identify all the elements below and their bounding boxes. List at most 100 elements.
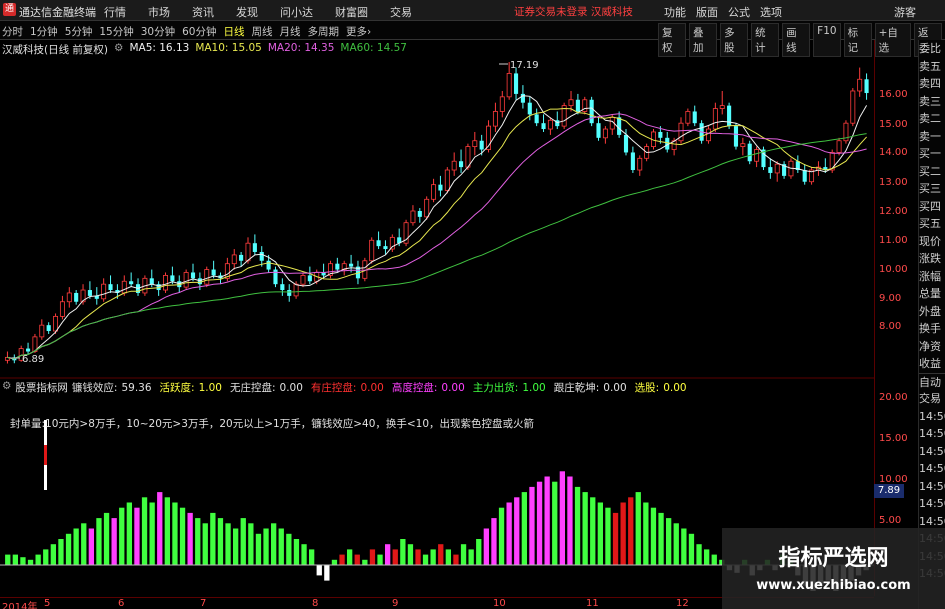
indicator-bar — [415, 549, 421, 565]
candle — [135, 278, 141, 296]
candle — [410, 205, 416, 226]
candle — [287, 284, 292, 302]
indicator-bar — [195, 518, 201, 565]
candle — [706, 126, 711, 144]
indicator-name[interactable]: 股票指标网 — [15, 380, 68, 395]
ind-label-activity: 活跃度: 1.00 — [159, 382, 222, 394]
side-item[interactable]: 换手 — [919, 320, 945, 338]
date-tick: 8 — [312, 598, 319, 609]
side-item[interactable]: 卖五 — [919, 58, 945, 76]
indicator-bar — [111, 518, 117, 565]
indicator-bar — [536, 481, 543, 565]
indicator-bar — [126, 502, 132, 565]
indicator-bar — [612, 512, 619, 565]
candle — [513, 67, 519, 100]
side-item[interactable]: 14:50 — [919, 478, 945, 496]
indicator-bar — [582, 492, 588, 565]
side-item[interactable]: 自动 — [919, 372, 945, 391]
candle — [403, 219, 409, 247]
candle-body — [66, 292, 72, 303]
candle-body — [444, 169, 450, 191]
price-tick: 11.00 — [879, 235, 908, 246]
side-item[interactable]: 卖二 — [919, 110, 945, 128]
candle — [252, 234, 257, 255]
candle-body — [369, 239, 375, 262]
indicator-bar — [491, 518, 497, 565]
candle — [582, 96, 588, 115]
side-item[interactable]: 涨幅 — [919, 268, 945, 286]
watermark-title: 指标严选网 — [778, 546, 889, 571]
candle — [802, 164, 807, 185]
indicator-bar — [316, 565, 322, 576]
side-item[interactable]: 卖三 — [919, 93, 945, 111]
candle — [850, 88, 856, 127]
candle — [163, 272, 168, 293]
indicator-bar — [362, 559, 368, 565]
side-item[interactable]: 买一 — [919, 145, 945, 163]
side-item[interactable]: 14:50 — [919, 495, 945, 513]
side-item[interactable]: 卖一 — [919, 128, 945, 146]
side-item[interactable]: 总量 — [919, 285, 945, 303]
guest-login[interactable]: 游客 — [894, 4, 916, 20]
indicator-bar — [514, 497, 520, 565]
candle-body — [692, 111, 697, 124]
candle-body — [259, 251, 264, 261]
side-item[interactable]: 买四 — [919, 198, 945, 216]
ind-label-pick: 选股: 0.00 — [634, 382, 687, 394]
side-item[interactable]: 现价 — [919, 233, 945, 251]
candle — [369, 237, 375, 264]
candle-body — [658, 131, 663, 138]
candle — [843, 120, 849, 144]
indicator-bar — [157, 492, 163, 565]
indicator-bar — [483, 528, 489, 565]
indicator-bar — [354, 554, 360, 565]
indicator-bar — [27, 559, 34, 565]
side-item[interactable]: 涨跌 — [919, 250, 945, 268]
candle-body — [204, 269, 210, 285]
side-item[interactable]: 买二 — [919, 163, 945, 181]
date-tick: 10 — [493, 598, 506, 609]
indicator-bar — [400, 539, 406, 565]
date-tick: 7 — [200, 598, 207, 609]
kline-chart[interactable]: 17.19 6.89 — [0, 0, 874, 597]
indicator-gear-icon[interactable]: ⚙ — [2, 380, 11, 395]
indicator-bar — [240, 518, 246, 565]
indicator-bar — [119, 507, 125, 565]
side-item[interactable]: 14:50 — [919, 460, 945, 478]
price-tick: 14.00 — [879, 147, 908, 158]
candle — [589, 96, 594, 127]
side-item[interactable]: 买五 — [919, 215, 945, 233]
candle — [809, 167, 815, 185]
indicator-bar — [134, 507, 140, 565]
candle — [602, 126, 608, 144]
side-item[interactable]: 交易 — [919, 390, 945, 408]
side-item[interactable]: 净资 — [919, 338, 945, 356]
candle-body — [547, 119, 553, 130]
price-tick: 8.00 — [879, 321, 902, 332]
side-item[interactable]: 委比 — [919, 40, 945, 58]
indicator-bar — [681, 528, 687, 565]
indicator-bar — [574, 486, 581, 565]
candle — [307, 266, 312, 285]
candle — [864, 73, 869, 100]
indicator-bar — [331, 559, 338, 565]
candle — [280, 278, 285, 296]
indicator-bar — [673, 523, 679, 565]
side-item[interactable]: 卖四 — [919, 75, 945, 93]
candle — [438, 175, 443, 197]
indicator-bar — [187, 512, 193, 565]
candle-body — [74, 292, 79, 302]
side-item[interactable]: 收益 — [919, 355, 945, 373]
candle — [754, 146, 760, 168]
candle-body — [280, 284, 285, 291]
side-item[interactable]: 外盘 — [919, 303, 945, 321]
candle-body — [712, 108, 718, 130]
indicator-bar — [559, 471, 565, 566]
side-item[interactable]: 买三 — [919, 180, 945, 198]
indicator-header: ⚙ 股票指标网 镰钱效应: 59.36 活跃度: 1.00 无庄控盘: 0.00 有庄… — [2, 380, 695, 395]
side-item[interactable]: 14:50 — [919, 425, 945, 443]
side-item[interactable]: 14:50 — [919, 443, 945, 461]
high-annotation: 17.19 — [499, 60, 539, 71]
side-item[interactable]: 14:50 — [919, 408, 945, 426]
indicator-bar — [468, 549, 474, 565]
